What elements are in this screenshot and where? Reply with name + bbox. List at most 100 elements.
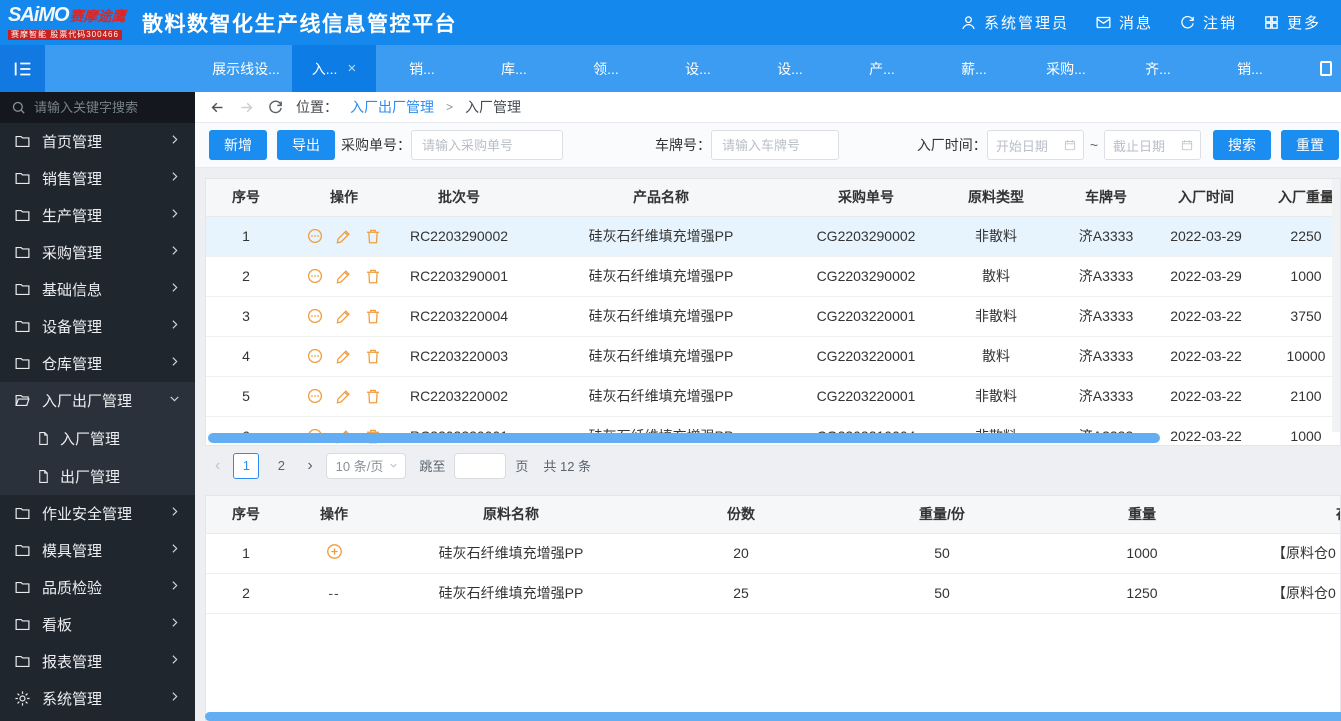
sidebar-item-sales[interactable]: 销售管理 [0, 160, 195, 197]
start-date-input[interactable]: 开始日期 [987, 130, 1084, 160]
add-button[interactable]: 新增 [209, 130, 267, 160]
bottom-horizontal-scrollbar[interactable] [205, 712, 1341, 721]
location-cell: 【原料仓0 [1242, 573, 1341, 613]
sidebar-search[interactable] [0, 92, 195, 123]
po-input[interactable] [411, 130, 563, 160]
folder-icon [14, 542, 31, 559]
no-action-placeholder: -- [328, 585, 339, 601]
refresh-icon[interactable] [267, 99, 284, 116]
sidebar-item-quality[interactable]: 品质检验 [0, 569, 195, 606]
delete-icon[interactable] [364, 387, 382, 405]
forward-icon[interactable] [238, 99, 255, 116]
comment-icon[interactable] [306, 307, 324, 325]
messages-button[interactable]: 消息 [1095, 12, 1153, 33]
folder-icon [14, 505, 31, 522]
expand-plus-icon[interactable] [325, 548, 344, 564]
delete-icon[interactable] [364, 227, 382, 245]
col-material-type: 原料类型 [926, 179, 1066, 216]
search-button[interactable]: 搜索 [1213, 130, 1271, 160]
delete-icon[interactable] [364, 307, 382, 325]
tab-display-line[interactable]: 展示线设... [200, 45, 292, 92]
sidebar-item-kanban[interactable]: 看板 [0, 606, 195, 643]
table-row[interactable]: 3 RC2203220004 硅灰石纤维填充增强PP CG2203220001 … [206, 296, 1341, 336]
sidebar-nav: 首页管理 销售管理 生产管理 采购管理 基础信息 [0, 92, 195, 721]
edit-icon[interactable] [335, 307, 353, 325]
tab-salary[interactable]: 薪... [928, 45, 1020, 92]
page-button-1[interactable]: 1 [233, 453, 259, 479]
table-row[interactable]: 1 RC2203290002 硅灰石纤维填充增强PP CG2203290002 … [206, 216, 1341, 256]
tab-sales-2[interactable]: 销... [1204, 45, 1296, 92]
table-row[interactable]: 2 -- 硅灰石纤维填充增强PP 25 50 1250 【原料仓0 [206, 573, 1341, 613]
logout-button[interactable]: 注销 [1179, 12, 1237, 33]
tab-picking[interactable]: 领... [560, 45, 652, 92]
vertical-scrollbar-track[interactable] [1332, 179, 1340, 432]
sidebar-item-basic-info[interactable]: 基础信息 [0, 271, 195, 308]
sidebar-subitem-in-factory[interactable]: 入厂管理 [0, 419, 195, 457]
edit-icon[interactable] [335, 387, 353, 405]
end-date-input[interactable]: 截止日期 [1104, 130, 1201, 160]
tab-equipment-2[interactable]: 设... [744, 45, 836, 92]
chevron-down-icon [168, 392, 181, 409]
search-input[interactable] [34, 100, 195, 115]
jump-page-input[interactable] [454, 453, 506, 479]
sidebar-collapse-button[interactable] [0, 45, 45, 92]
partial-tab-icon[interactable] [1320, 61, 1332, 76]
tab-inventory[interactable]: 库... [468, 45, 560, 92]
col-entry-weight: 入厂重量 [1266, 179, 1341, 216]
chevron-right-icon [168, 244, 181, 261]
next-page-arrow[interactable]: › [303, 457, 316, 475]
comment-icon[interactable] [306, 227, 324, 245]
table-row[interactable]: 5 RC2203220002 硅灰石纤维填充增强PP CG2203220001 … [206, 376, 1341, 416]
more-button[interactable]: 更多 [1263, 12, 1321, 33]
user-menu[interactable]: 系统管理员 [960, 12, 1069, 33]
export-button[interactable]: 导出 [277, 130, 335, 160]
sidebar-group-inout-factory: 入厂出厂管理 入厂管理 出厂管理 [0, 382, 195, 495]
table-row[interactable]: 4 RC2203220003 硅灰石纤维填充增强PP CG2203220001 … [206, 336, 1341, 376]
edit-icon[interactable] [335, 347, 353, 365]
chevron-down-icon [388, 460, 399, 471]
reset-button[interactable]: 重置 [1281, 130, 1339, 160]
col-plate-no: 车牌号 [1066, 179, 1146, 216]
sidebar-item-work-safety[interactable]: 作业安全管理 [0, 495, 195, 532]
sidebar-item-system[interactable]: 系统管理 [0, 680, 195, 717]
chevron-right-icon [168, 616, 181, 633]
delete-icon[interactable] [364, 347, 382, 365]
folder-icon [14, 318, 31, 335]
edit-icon[interactable] [335, 267, 353, 285]
tab-sales[interactable]: 销... [376, 45, 468, 92]
tab-close-icon[interactable]: × [347, 60, 356, 77]
sidebar-item-reports[interactable]: 报表管理 [0, 643, 195, 680]
table-row[interactable]: 1 硅灰石纤维填充增强PP 20 50 1000 【原料仓0 [206, 533, 1341, 573]
sidebar-item-production[interactable]: 生产管理 [0, 197, 195, 234]
table-header-row: 序号 操作 批次号 产品名称 采购单号 原料类型 车牌号 入厂时间 入厂重量 [206, 179, 1341, 216]
sidebar-item-equipment[interactable]: 设备管理 [0, 308, 195, 345]
comment-icon[interactable] [306, 347, 324, 365]
tab-purchase[interactable]: 采购... [1020, 45, 1112, 92]
col-batch-no: 批次号 [402, 179, 516, 216]
sidebar-item-mold[interactable]: 模具管理 [0, 532, 195, 569]
tab-equipment-1[interactable]: 设... [652, 45, 744, 92]
comment-icon[interactable] [306, 387, 324, 405]
material-detail-table-card: 序号 操作 原料名称 份数 重量/份 重量 存 1 [205, 495, 1341, 721]
sidebar-subitem-out-factory[interactable]: 出厂管理 [0, 457, 195, 495]
plate-input[interactable] [711, 130, 839, 160]
tab-qi[interactable]: 齐... [1112, 45, 1204, 92]
tab-in-factory-active[interactable]: 入... × [292, 45, 376, 92]
delete-icon[interactable] [364, 267, 382, 285]
horizontal-scrollbar[interactable] [208, 433, 1160, 443]
sidebar-item-warehouse[interactable]: 仓库管理 [0, 345, 195, 382]
breadcrumb-parent-link[interactable]: 入厂出厂管理 [350, 97, 434, 117]
calendar-icon [1063, 138, 1077, 152]
sidebar-item-home[interactable]: 首页管理 [0, 123, 195, 160]
edit-icon[interactable] [335, 227, 353, 245]
page-button-2[interactable]: 2 [268, 453, 294, 479]
table-row[interactable]: 2 RC2203290001 硅灰石纤维填充增强PP CG2203290002 … [206, 256, 1341, 296]
prev-page-arrow[interactable]: ‹ [211, 457, 224, 475]
page-size-select[interactable]: 10 条/页 [326, 453, 407, 479]
comment-icon[interactable] [306, 267, 324, 285]
sidebar-item-purchase[interactable]: 采购管理 [0, 234, 195, 271]
sidebar-item-inout-factory[interactable]: 入厂出厂管理 [0, 382, 195, 419]
col-location: 存 [1242, 496, 1341, 533]
back-icon[interactable] [209, 99, 226, 116]
tab-production[interactable]: 产... [836, 45, 928, 92]
